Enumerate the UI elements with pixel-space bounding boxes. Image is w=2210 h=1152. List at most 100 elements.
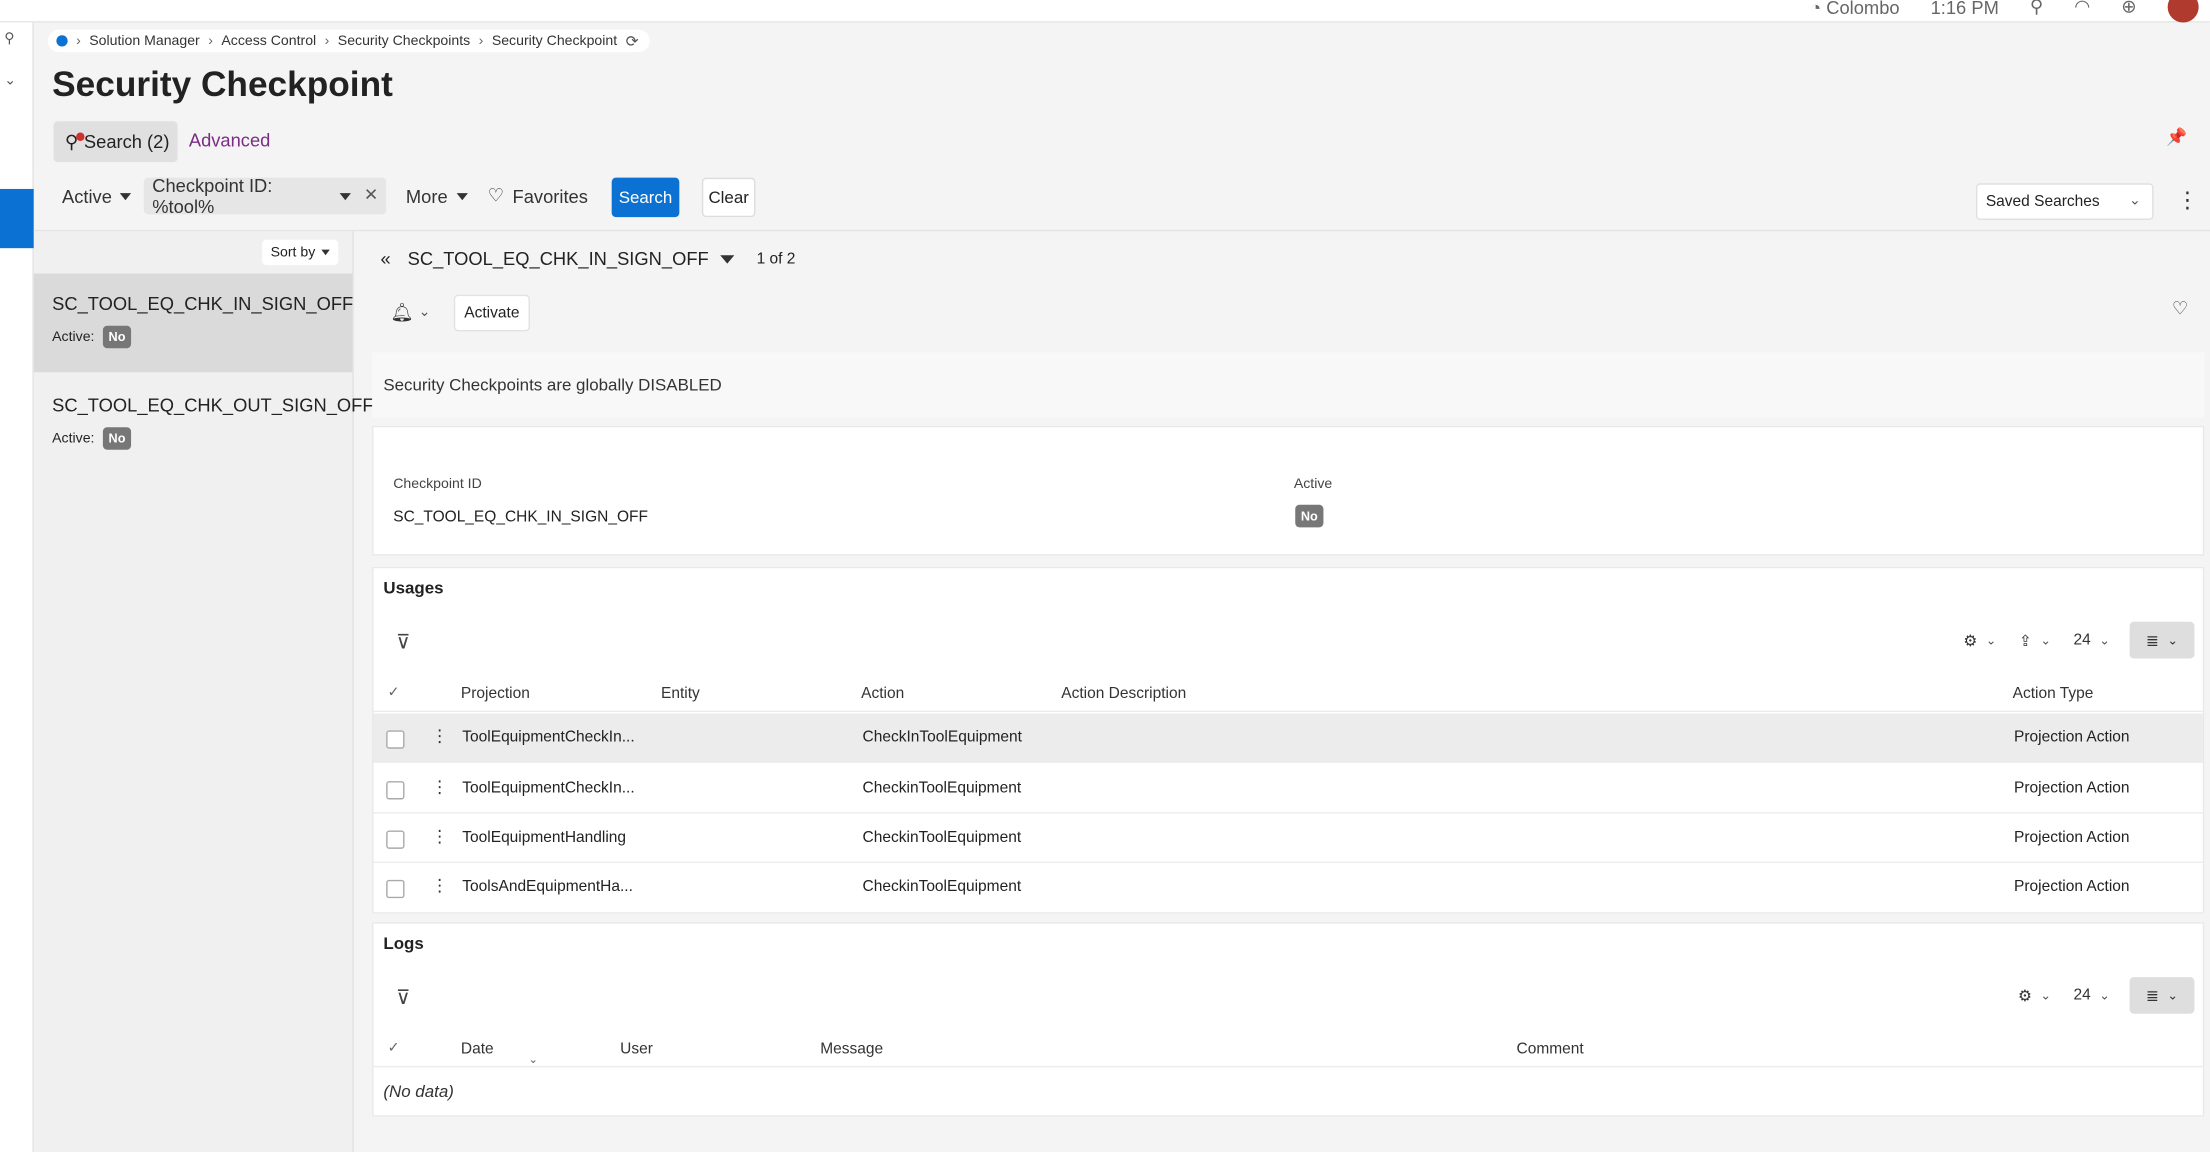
select-all-checkmark-icon[interactable]: ✓: [388, 1041, 400, 1057]
column-header[interactable]: Entity: [661, 685, 700, 702]
settings-dropdown[interactable]: ⚙ ⌄: [1963, 631, 1996, 649]
caret-down-icon: [120, 192, 132, 200]
clock-text: 1:16 PM: [1930, 0, 1999, 18]
pin-icon[interactable]: 📌: [2166, 127, 2187, 147]
checkpoint-id-value: SC_TOOL_EQ_CHK_IN_SIGN_OFF: [393, 509, 648, 526]
search-button[interactable]: Search: [611, 177, 680, 218]
row-checkbox[interactable]: [386, 781, 405, 800]
refresh-icon[interactable]: ⟳: [626, 32, 639, 50]
filter-bar: Active Checkpoint ID: %tool% × More ♡ Fa…: [33, 169, 2210, 232]
caret-down-icon[interactable]: [339, 192, 351, 200]
filter-icon[interactable]: ⊽: [396, 630, 410, 654]
caret-down-icon: [320, 249, 330, 256]
collapse-list-icon[interactable]: «: [381, 248, 391, 269]
saved-searches-label: Saved Searches: [1985, 193, 2100, 211]
saved-searches-dropdown[interactable]: Saved Searches ⌄: [1975, 183, 2154, 220]
chevron-right-icon: ›: [208, 33, 213, 49]
home-icon[interactable]: [56, 35, 68, 47]
table-row[interactable]: ⋮ ToolEquipmentCheckIn... CheckinToolEqu…: [373, 764, 2203, 814]
add-icon[interactable]: ⊕: [2121, 0, 2136, 18]
top-bar: ◔ Colombo 1:16 PM ⚲ ◠ ⊕: [0, 0, 2210, 23]
list-view-icon: ≣: [2145, 987, 2159, 1005]
page-size-dropdown[interactable]: 24 ⌄: [2074, 987, 2110, 1004]
cell-action: CheckinToolEquipment: [862, 878, 1022, 896]
column-header[interactable]: Action Description: [1061, 685, 1186, 702]
column-header[interactable]: Comment: [1517, 1041, 1584, 1058]
more-filters-dropdown[interactable]: More: [405, 178, 468, 215]
table-row[interactable]: ⋮ ToolEquipmentCheckIn... CheckInToolEqu…: [373, 713, 2203, 763]
cell-action-type: Projection Action: [2014, 779, 2130, 797]
sort-by-button[interactable]: Sort by: [262, 239, 338, 266]
breadcrumb-current: Security Checkpoint: [491, 33, 618, 49]
favorites-button[interactable]: ♡ Favorites: [488, 178, 588, 215]
search-icon[interactable]: ⚲: [4, 31, 14, 47]
section-title: Logs: [383, 933, 424, 954]
column-header[interactable]: Action Type: [2013, 685, 2094, 702]
breadcrumb: › Solution Manager › Access Control › Se…: [47, 29, 650, 53]
sort-by-label: Sort by: [270, 244, 316, 261]
record-selector[interactable]: SC_TOOL_EQ_CHK_IN_SIGN_OFF: [408, 248, 709, 269]
list-item-name: SC_TOOL_EQ_CHK_OUT_SIGN_OFF: [52, 394, 374, 416]
clear-button[interactable]: Clear: [701, 177, 756, 218]
active-filter-label: Active: [62, 185, 112, 207]
avatar[interactable]: [2167, 0, 2199, 23]
checkpoint-id-label: Checkpoint ID: [393, 476, 482, 493]
more-label: More: [405, 185, 448, 207]
more-options-icon[interactable]: ⋮: [2176, 186, 2199, 214]
checkpoint-id-filter-label: Checkpoint ID: %tool%: [152, 174, 273, 218]
notification-icon[interactable]: ◠: [2074, 0, 2090, 18]
page-size-dropdown[interactable]: 24 ⌄: [2074, 632, 2110, 649]
active-filter-dropdown[interactable]: Active: [62, 178, 132, 215]
select-all-checkmark-icon[interactable]: ✓: [388, 685, 400, 701]
chevron-icon[interactable]: ⌄: [4, 73, 16, 89]
bell-icon[interactable]: 🔔︎: [390, 302, 413, 325]
chevron-down-icon: ⌄: [2040, 632, 2051, 647]
table-row[interactable]: ⋮ ToolsAndEquipmentHa... CheckinToolEqui…: [373, 863, 2202, 912]
export-dropdown[interactable]: ⇪ ⌄: [2019, 631, 2051, 649]
view-mode-dropdown[interactable]: ≣ ⌄: [2129, 977, 2195, 1014]
sort-icon[interactable]: ⌄: [529, 1053, 538, 1066]
location-indicator[interactable]: ◔ Colombo: [1810, 0, 1899, 18]
caret-down-icon[interactable]: [719, 254, 735, 263]
row-menu-icon[interactable]: ⋮: [431, 826, 448, 846]
tools-icon[interactable]: ⚲: [2030, 0, 2043, 18]
activate-button[interactable]: Activate: [453, 294, 530, 332]
nav-rail-active-indicator[interactable]: [0, 188, 34, 249]
column-header[interactable]: Action: [861, 685, 904, 702]
row-menu-icon[interactable]: ⋮: [431, 726, 448, 746]
chevron-down-icon[interactable]: ⌄: [419, 305, 431, 321]
cell-projection: ToolEquipmentCheckIn...: [462, 779, 635, 797]
search-tab[interactable]: ⚲ Search (2): [53, 121, 178, 163]
list-item-active-label: Active:: [52, 329, 95, 345]
column-header[interactable]: Projection: [461, 685, 530, 702]
list-item[interactable]: SC_TOOL_EQ_CHK_OUT_SIGN_OFF Active: No: [34, 375, 374, 474]
row-menu-icon[interactable]: ⋮: [431, 777, 448, 797]
record-count: 1 of 2: [756, 250, 796, 268]
list-view-icon: ≣: [2145, 632, 2159, 650]
list-item[interactable]: SC_TOOL_EQ_CHK_IN_SIGN_OFF Active: No: [33, 273, 353, 373]
breadcrumb-item[interactable]: Security Checkpoints: [338, 33, 470, 49]
cell-projection: ToolEquipmentHandling: [462, 829, 627, 846]
column-header[interactable]: Message: [820, 1041, 883, 1058]
notification-dot: [76, 132, 85, 141]
settings-dropdown[interactable]: ⚙ ⌄: [2018, 986, 2051, 1005]
cell-projection: ToolsAndEquipmentHa...: [462, 878, 633, 896]
breadcrumb-item[interactable]: Solution Manager: [89, 33, 199, 49]
list-item-active-label: Active:: [52, 430, 95, 447]
view-mode-dropdown[interactable]: ≣ ⌄: [2129, 621, 2195, 659]
row-checkbox[interactable]: [386, 730, 405, 749]
close-icon[interactable]: ×: [365, 183, 378, 208]
checkpoint-id-filter-chip[interactable]: Checkpoint ID: %tool% ×: [143, 174, 387, 218]
row-checkbox[interactable]: [386, 879, 405, 899]
row-checkbox[interactable]: [386, 830, 405, 849]
usages-section: Usages ⊽ ⚙ ⌄ ⇪ ⌄ 24 ⌄ ≣ ⌄ ✓ Projection Entit…: [372, 566, 2205, 914]
heart-icon[interactable]: ♡: [2172, 298, 2188, 321]
column-header[interactable]: User: [620, 1041, 653, 1058]
filter-icon[interactable]: ⊽: [396, 986, 410, 1010]
table-row[interactable]: ⋮ ToolEquipmentHandling CheckinToolEquip…: [373, 814, 2203, 863]
chevron-down-icon: ⌄: [1985, 632, 1997, 647]
row-menu-icon[interactable]: ⋮: [431, 876, 448, 896]
column-header[interactable]: Date: [461, 1041, 494, 1058]
advanced-tab[interactable]: Advanced: [189, 130, 271, 151]
breadcrumb-item[interactable]: Access Control: [221, 33, 316, 49]
